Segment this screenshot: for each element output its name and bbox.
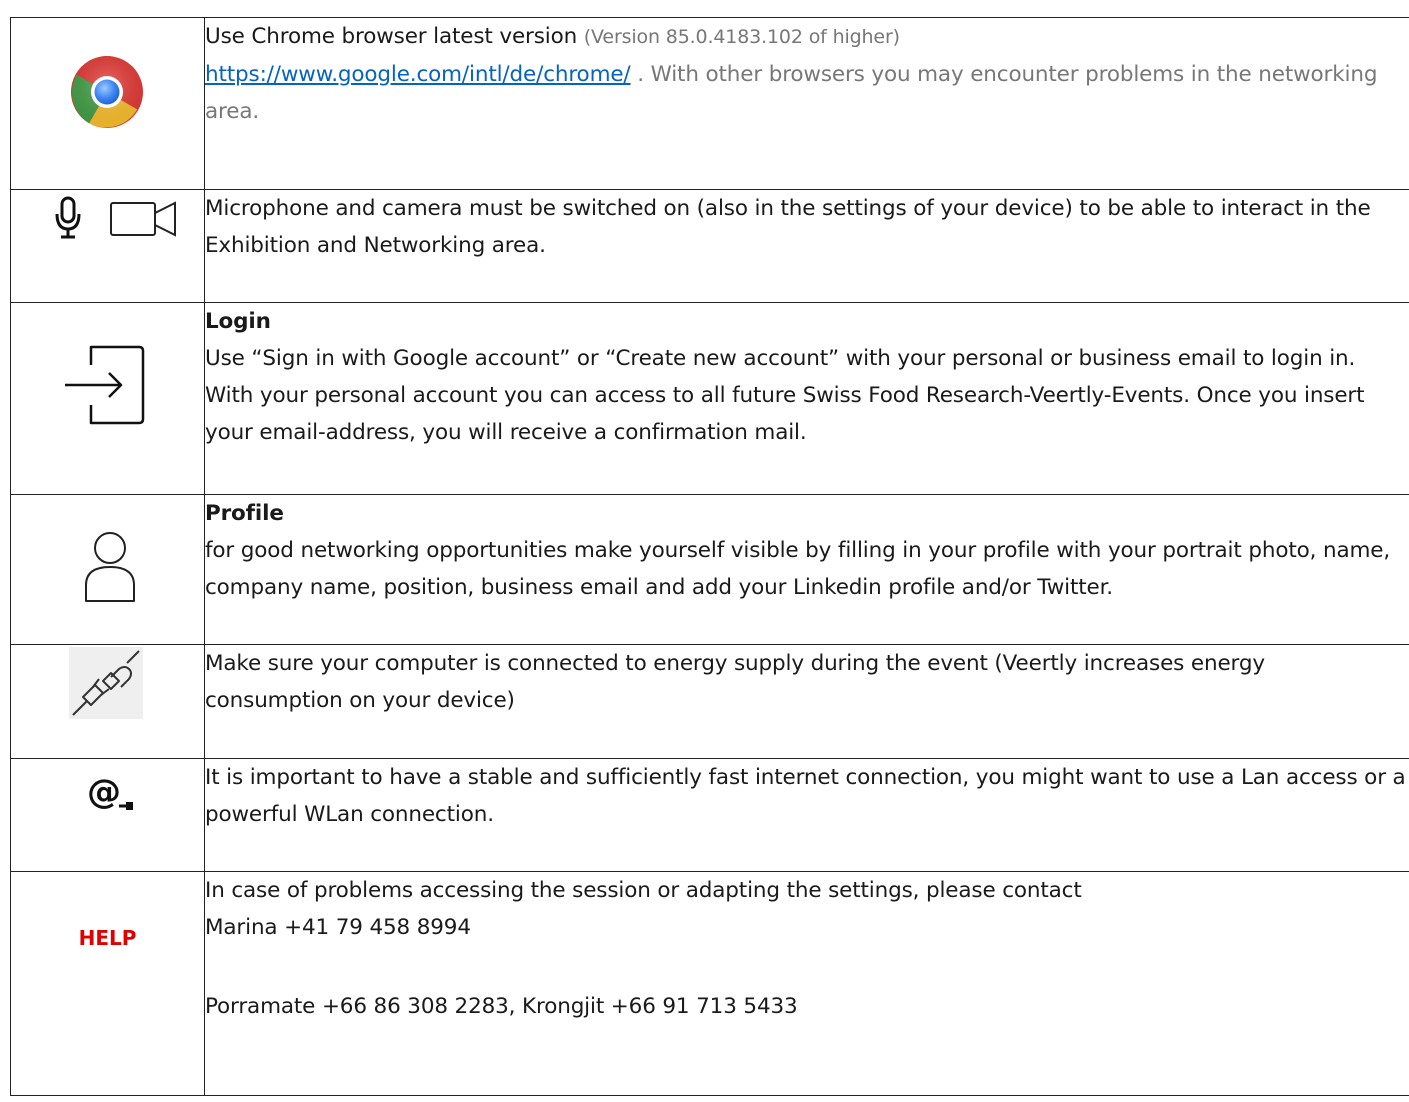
power-plug-icon [69,647,143,719]
chrome-line-1: Use Chrome browser latest version (Versi… [205,18,1409,56]
at-sign-icon: @ [87,773,135,813]
chrome-download-link[interactable]: https://www.google.com/intl/de/chrome/ [205,62,631,87]
icon-cell [10,189,205,303]
help-line-3: Porramate +66 86 308 2283, Krongjit +66 … [205,994,798,1019]
icon-cell [10,494,205,645]
help-line-1: In case of problems accessing the sessio… [205,878,1082,903]
login-icon [61,343,153,427]
table-row-help: HELP In case of problems accessing the s… [10,871,1409,1096]
mic-camera-text: Microphone and camera must be switched o… [205,196,1371,258]
chrome-instruction: Use Chrome browser latest version [205,24,584,49]
power-text: Make sure your computer is connected to … [205,651,1265,713]
help-line-2: Marina +41 79 458 8994 [205,915,471,940]
svg-text:@: @ [87,773,121,812]
icon-cell [10,302,205,495]
text-cell: Login Use “Sign in with Google account” … [204,302,1409,495]
text-cell: Make sure your computer is connected to … [204,644,1409,759]
icon-cell: @ [10,758,205,872]
table-row-chrome: Use Chrome browser latest version (Versi… [10,17,1409,190]
text-cell: It is important to have a stable and suf… [204,758,1409,872]
requirements-table: Use Chrome browser latest version (Versi… [10,17,1409,1096]
microphone-icon [53,196,83,240]
profile-user-icon [83,531,137,603]
internet-text: It is important to have a stable and suf… [205,765,1406,827]
text-cell: In case of problems accessing the sessio… [204,871,1409,1096]
icon-cell [10,644,205,759]
chrome-line-2: https://www.google.com/intl/de/chrome/ .… [205,56,1409,130]
profile-heading: Profile [205,501,284,526]
chrome-browser-icon [69,54,145,130]
chrome-version-note: (Version 85.0.4183.102 of higher) [583,26,900,48]
profile-text: for good networking opportunities make y… [205,538,1391,600]
table-row-power: Make sure your computer is connected to … [10,644,1409,759]
table-row-mic-camera: Microphone and camera must be switched o… [10,189,1409,303]
table-row-profile: Profile for good networking opportunitie… [10,494,1409,645]
icon-cell: HELP [10,871,205,1096]
text-cell: Microphone and camera must be switched o… [204,189,1409,303]
table-row-internet: @ It is important to have a stable and s… [10,758,1409,872]
text-cell: Use Chrome browser latest version (Versi… [204,17,1409,190]
text-cell: Profile for good networking opportunitie… [204,494,1409,645]
login-heading: Login [205,309,271,334]
icon-cell [10,17,205,190]
help-label-wrap: HELP [11,872,204,1004]
video-camera-icon [109,200,179,238]
login-text: Use “Sign in with Google account” or “Cr… [205,346,1365,445]
help-label: HELP [78,926,137,950]
table-row-login: Login Use “Sign in with Google account” … [10,302,1409,495]
